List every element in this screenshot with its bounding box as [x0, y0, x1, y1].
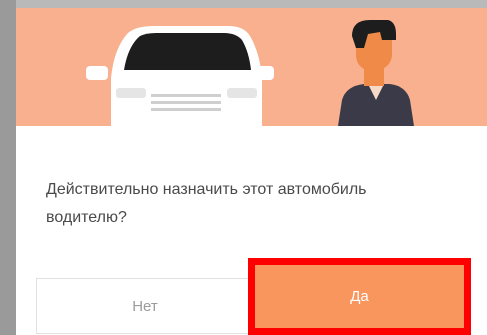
driver-illustration-icon — [338, 20, 414, 126]
dialog-hero-banner — [16, 8, 487, 126]
dialog-message: Действительно назначить этот автомобиль … — [46, 181, 367, 226]
car-illustration-icon — [86, 26, 274, 126]
confirm-button-highlight: Да — [248, 258, 471, 335]
backdrop-overlay-left — [0, 0, 16, 335]
backdrop-overlay-top — [0, 0, 487, 8]
cancel-button[interactable]: Нет — [36, 278, 254, 334]
confirm-button[interactable]: Да — [255, 265, 464, 328]
